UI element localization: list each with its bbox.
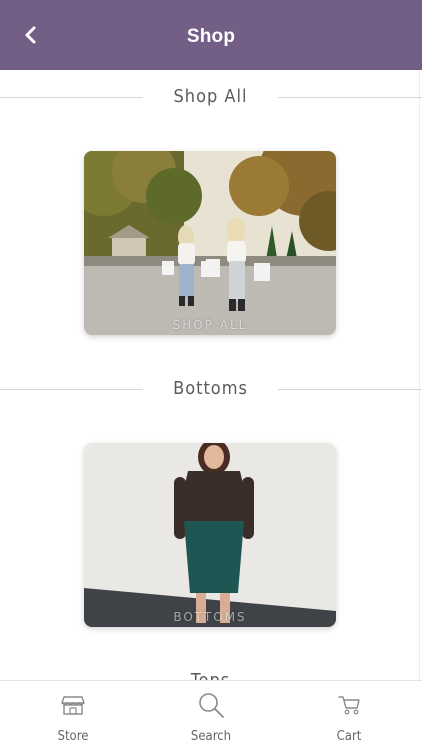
shop-all-image bbox=[84, 151, 336, 335]
search-icon bbox=[197, 691, 225, 719]
tab-label: Search bbox=[190, 729, 232, 744]
tab-search[interactable]: Search bbox=[158, 681, 264, 750]
divider bbox=[278, 97, 422, 98]
section-heading-shop-all: Shop All bbox=[0, 80, 422, 114]
section-heading-tops: Tops bbox=[0, 664, 422, 680]
tab-cart[interactable]: Cart bbox=[296, 681, 402, 750]
bottoms-image bbox=[84, 443, 336, 627]
bottoms-card[interactable]: BOTTOMS bbox=[84, 443, 336, 627]
app-header: Shop bbox=[0, 0, 422, 70]
divider bbox=[0, 97, 143, 98]
divider bbox=[278, 389, 422, 390]
shop-content[interactable]: Shop All SHOP ALL Bottoms BOTTOMS bbox=[0, 70, 422, 680]
section-title: Tops bbox=[143, 664, 278, 680]
section-title: Shop All bbox=[173, 86, 248, 107]
back-button[interactable] bbox=[14, 18, 48, 52]
tab-label: Store bbox=[57, 729, 89, 744]
cart-icon bbox=[335, 691, 363, 719]
bottom-tab-bar: Store Search Cart bbox=[0, 680, 422, 750]
page-title: Shop bbox=[186, 26, 236, 47]
section-title: Bottoms bbox=[173, 378, 248, 399]
divider bbox=[0, 389, 143, 390]
section-heading-bottoms: Bottoms bbox=[0, 372, 422, 406]
tab-store[interactable]: Store bbox=[20, 681, 126, 750]
card-caption: BOTTOMS bbox=[173, 610, 247, 624]
store-icon bbox=[59, 691, 87, 719]
chevron-left-icon bbox=[25, 26, 36, 44]
tab-label: Cart bbox=[336, 729, 362, 744]
shop-all-card[interactable]: SHOP ALL bbox=[84, 151, 336, 335]
card-caption: SHOP ALL bbox=[172, 318, 248, 332]
